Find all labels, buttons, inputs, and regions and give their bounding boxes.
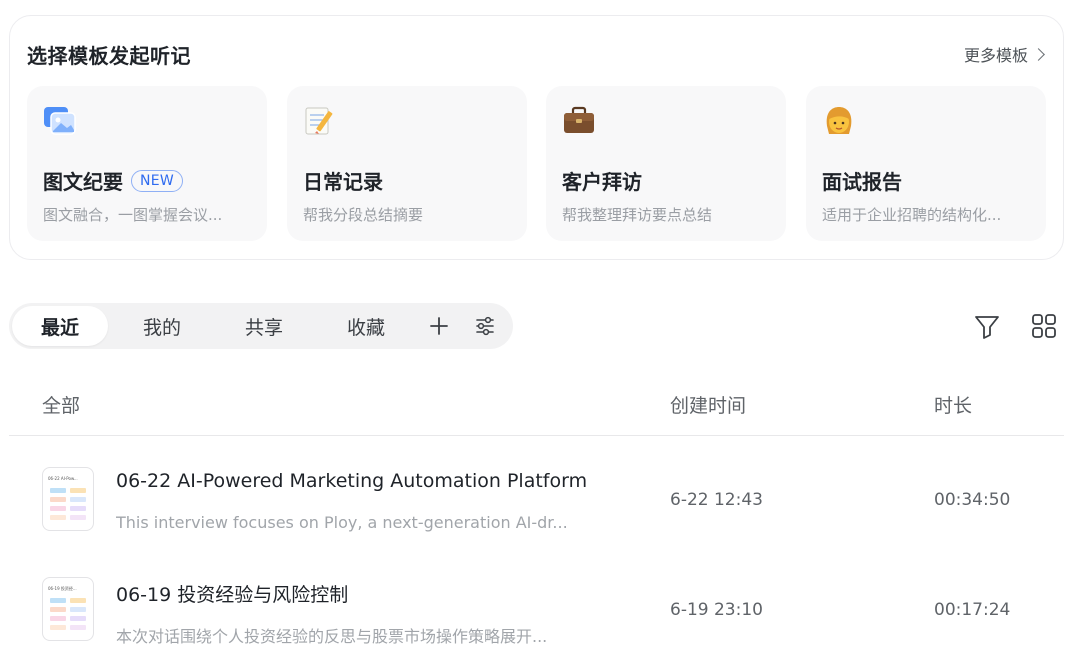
row-description: 本次对话围绕个人投资经验的反思与股票市场操作策略展开...	[116, 627, 548, 646]
new-badge: NEW	[131, 169, 184, 192]
template-card-title: 面试报告	[822, 166, 902, 195]
add-tab-icon[interactable]	[426, 313, 452, 339]
row-description: This interview focuses on Ploy, a next-g…	[116, 513, 568, 532]
template-panel: 选择模板发起听记 更多模板 图文纪要 NEW 图文融合，一图掌握会议... 日常…	[9, 15, 1064, 260]
tab-shared[interactable]: 共享	[216, 306, 312, 346]
column-header-all[interactable]: 全部	[42, 391, 80, 418]
tab-mine[interactable]: 我的	[114, 306, 210, 346]
chevron-right-icon	[1032, 48, 1045, 61]
row-duration: 00:17:24	[934, 600, 1011, 620]
template-card-desc: 帮我整理拜访要点总结	[562, 206, 713, 224]
template-card-client-visit[interactable]: 客户拜访 帮我整理拜访要点总结	[546, 86, 786, 241]
adjust-settings-icon[interactable]	[472, 313, 498, 339]
grid-view-icon[interactable]	[1030, 312, 1058, 340]
image-gallery-icon	[44, 107, 76, 135]
template-card-title-text: 面试报告	[822, 170, 902, 194]
document-thumbnail: 06-22 AI-Pow...	[42, 467, 94, 531]
template-card-desc: 适用于企业招聘的结构化...	[822, 206, 1002, 224]
template-card-interview-report[interactable]: 面试报告 适用于企业招聘的结构化...	[806, 86, 1046, 241]
column-header-duration[interactable]: 时长	[934, 391, 972, 418]
template-card-title-text: 图文纪要	[43, 170, 123, 194]
column-header-created-time[interactable]: 创建时间	[670, 391, 746, 418]
template-card-title: 日常记录	[303, 166, 383, 195]
row-duration: 00:34:50	[934, 490, 1011, 510]
memo-pencil-icon	[305, 107, 333, 135]
row-title: 06-22 AI-Powered Marketing Automation Pl…	[116, 470, 588, 492]
more-templates-label: 更多模板	[963, 46, 1028, 65]
template-card-daily-record[interactable]: 日常记录 帮我分段总结摘要	[287, 86, 527, 241]
thumbnail-label: 06-22 AI-Pow...	[48, 476, 78, 481]
woman-face-icon	[826, 107, 852, 134]
briefcase-icon	[564, 106, 594, 133]
template-card-title: 客户拜访	[562, 166, 642, 195]
document-thumbnail: 06-19 投资经...	[42, 577, 94, 641]
more-templates-link[interactable]: 更多模板	[963, 42, 1045, 66]
table-row[interactable]: 06-19 投资经... 06-19 投资经验与风险控制 本次对话围绕个人投资经…	[9, 560, 1064, 660]
view-tabs: 最近 我的 共享 收藏	[9, 303, 513, 349]
template-card-title: 图文纪要 NEW	[43, 166, 184, 195]
filter-icon[interactable]	[973, 312, 1001, 340]
table-row[interactable]: 06-22 AI-Pow... 06-22 AI-Powered Marketi…	[9, 450, 1064, 550]
row-created-time: 6-22 12:43	[670, 490, 763, 510]
tab-favorites[interactable]: 收藏	[318, 306, 414, 346]
template-card-title-text: 日常记录	[303, 170, 383, 194]
tab-recent[interactable]: 最近	[12, 306, 108, 346]
template-card-desc: 帮我分段总结摘要	[303, 206, 424, 224]
template-card-desc: 图文融合，一图掌握会议...	[43, 206, 223, 224]
template-panel-title: 选择模板发起听记	[27, 44, 191, 68]
template-card-title-text: 客户拜访	[562, 170, 642, 194]
row-created-time: 6-19 23:10	[670, 600, 763, 620]
row-title: 06-19 投资经验与风险控制	[116, 584, 349, 606]
thumbnail-label: 06-19 投资经...	[48, 586, 77, 591]
template-card-image-summary[interactable]: 图文纪要 NEW 图文融合，一图掌握会议...	[27, 86, 267, 241]
header-divider	[9, 435, 1064, 436]
